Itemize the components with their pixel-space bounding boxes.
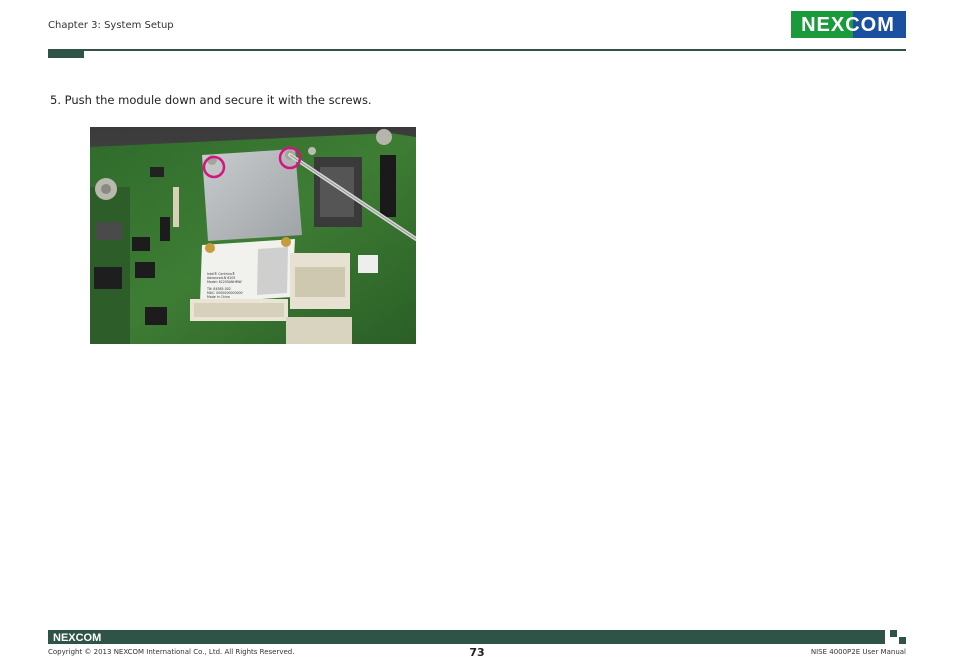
- chapter-title: Chapter 3: System Setup: [48, 20, 174, 31]
- logo-text: NEXCOM: [801, 14, 895, 36]
- wireless-module-installation-photo: Intel® Centrino® Advanced-N 6205 Model: …: [90, 127, 416, 344]
- header-rule: [84, 49, 906, 51]
- svg-text:Model: 62205ANHMW: Model: 62205ANHMW: [207, 280, 243, 284]
- footer-bar: [48, 630, 885, 644]
- footer-square-decor: [890, 630, 897, 637]
- copyright-text: Copyright © 2013 NEXCOM International Co…: [48, 648, 295, 656]
- page-number: 73: [469, 646, 485, 659]
- nexcom-footer-logo: NEXCOM: [53, 632, 101, 643]
- nexcom-logo: NEXCOM: [791, 11, 906, 38]
- footer-square-decor: [899, 637, 906, 644]
- step-instruction: 5. Push the module down and secure it wi…: [50, 93, 372, 107]
- svg-text:Made in China: Made in China: [207, 295, 230, 299]
- footer-logo-text: NEXCOM: [53, 632, 101, 643]
- header-rule-block: [48, 49, 84, 58]
- manual-title: NISE 4000P2E User Manual: [810, 648, 906, 656]
